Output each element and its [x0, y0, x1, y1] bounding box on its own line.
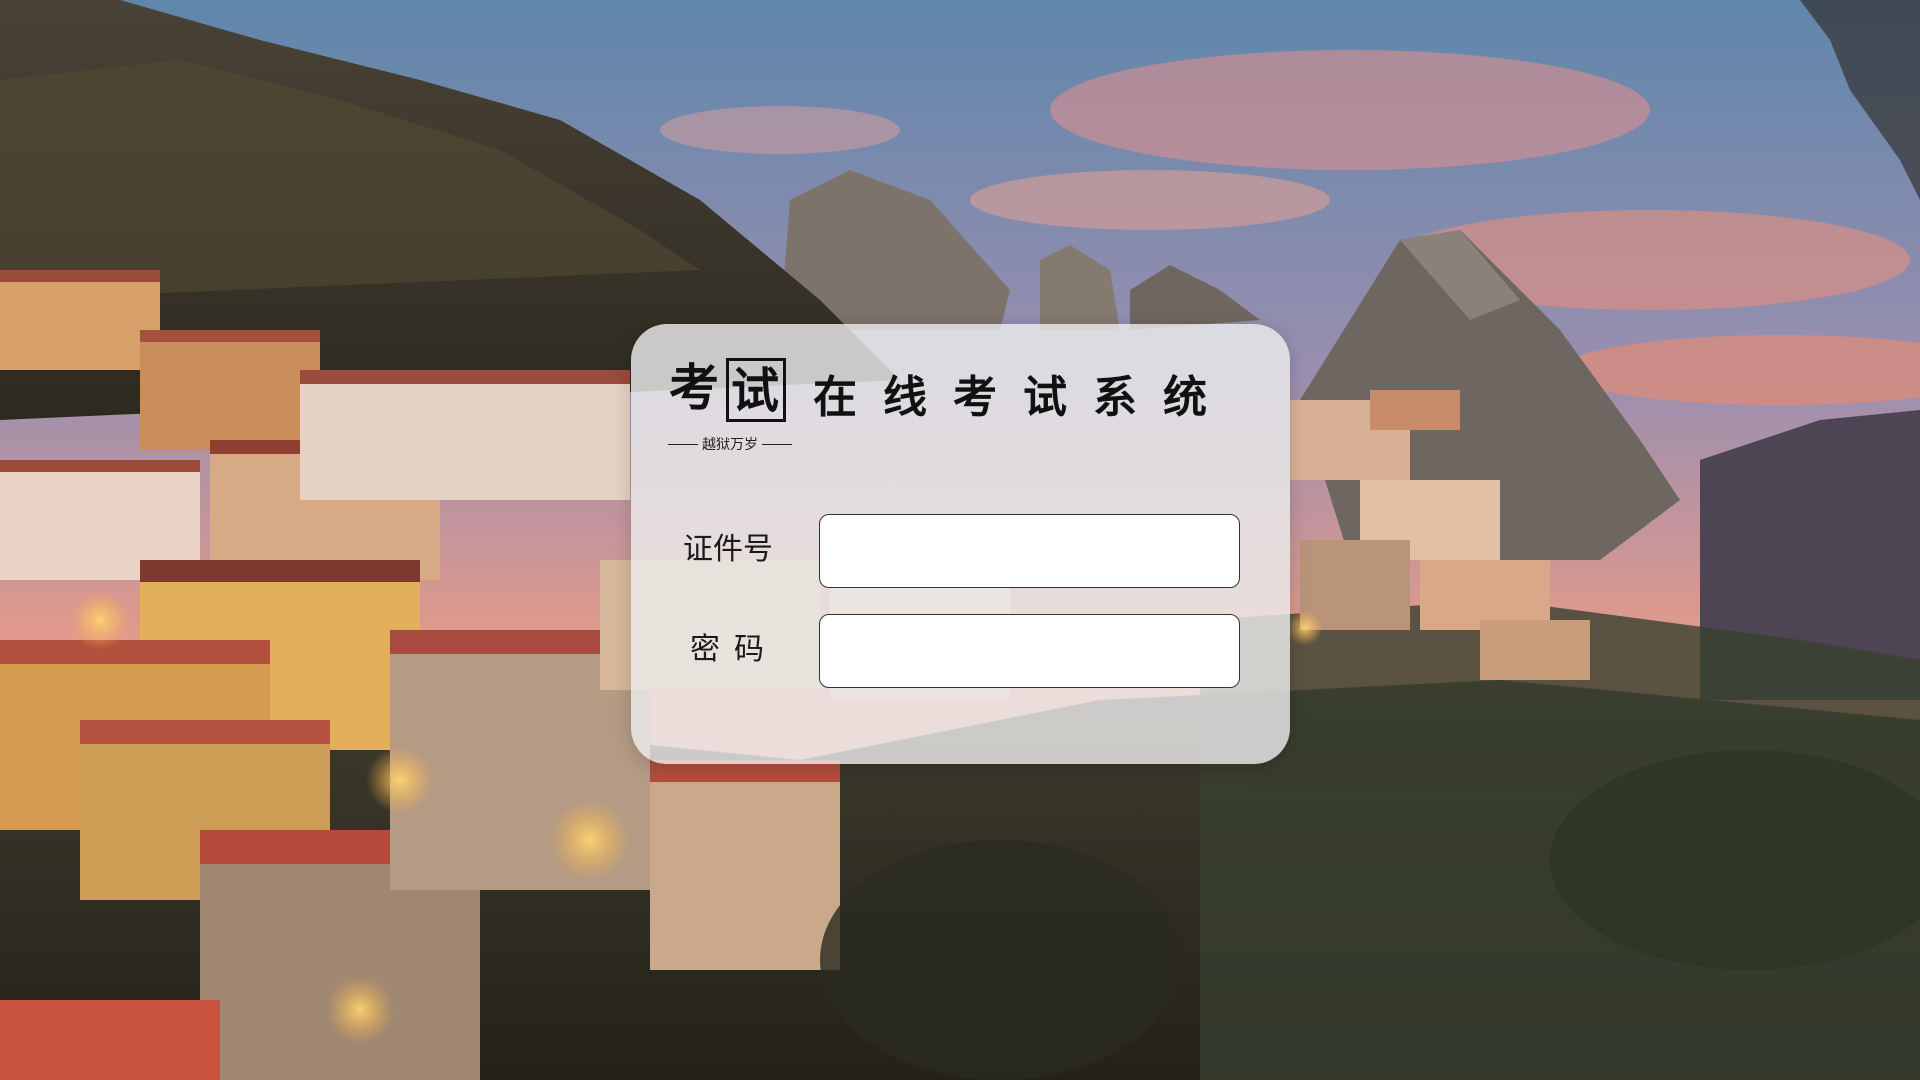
login-card: 考 试 越狱万岁 在线考试系统 证件号 密码 — [631, 324, 1290, 764]
slogan-divider-right — [762, 443, 792, 445]
logo-slogan: 越狱万岁 — [668, 434, 792, 454]
slogan-divider-left — [668, 443, 698, 445]
logo-char-kao: 考 — [669, 359, 719, 417]
logo-slogan-text: 越狱万岁 — [702, 437, 758, 453]
password-input[interactable] — [819, 614, 1240, 688]
logo-char-shi-box: 试 — [726, 358, 786, 422]
id-number-input[interactable] — [819, 514, 1240, 588]
app-title: 在线考试系统 — [813, 372, 1233, 423]
logo-char-shi: 试 — [731, 363, 780, 419]
password-label: 密码 — [690, 632, 778, 667]
logo: 考 试 越狱万岁 — [668, 356, 794, 464]
id-number-label: 证件号 — [683, 532, 773, 567]
